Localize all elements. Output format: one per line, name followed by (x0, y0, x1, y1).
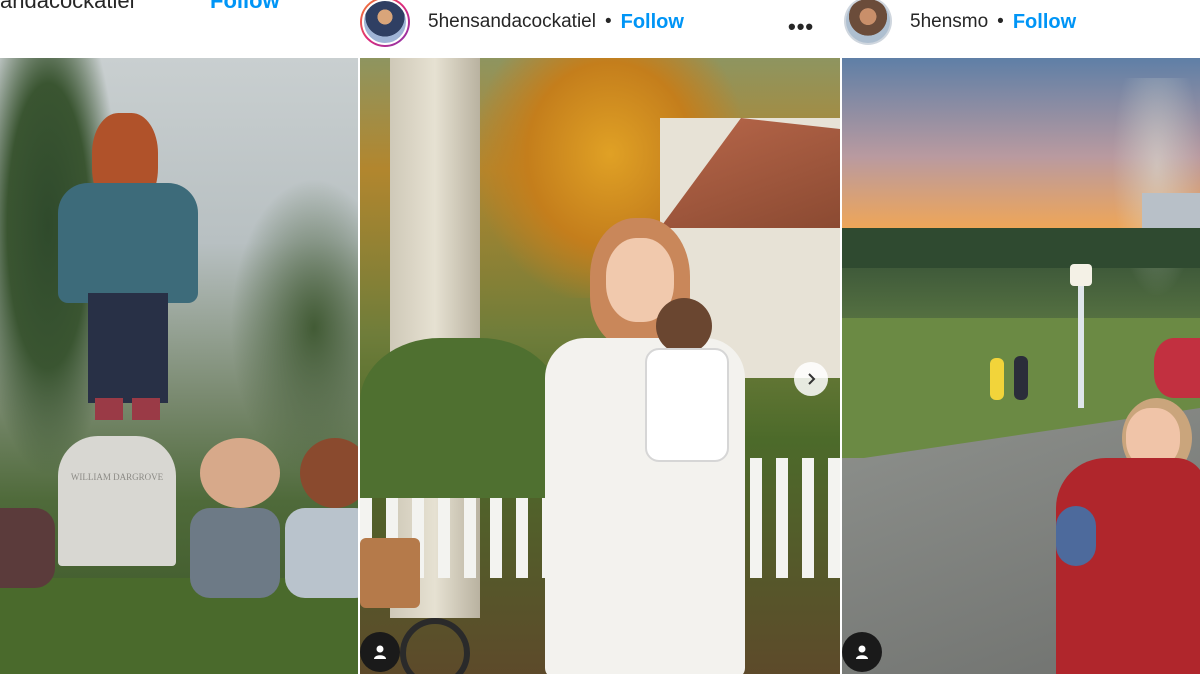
doll-jacket (58, 183, 198, 303)
post-photo-2[interactable] (360, 58, 840, 674)
woman-red-coat (1056, 458, 1200, 674)
more-options-icon[interactable]: ••• (788, 14, 814, 40)
tree-line (842, 228, 1200, 268)
avatar[interactable] (844, 0, 892, 45)
follow-button-post3[interactable]: Follow (1013, 11, 1076, 34)
username-post2[interactable]: 5hensandacockatiel (428, 11, 596, 33)
tree-foliage (230, 178, 358, 478)
doll-body (190, 508, 280, 598)
avatar-image (846, 0, 890, 43)
feed-header-row: andacockatiel Follow 5hensandacockatiel … (0, 0, 1200, 58)
doll-body (285, 508, 358, 598)
post-header-2: 5hensandacockatiel • Follow (360, 0, 684, 58)
woman-jeans (1056, 506, 1096, 566)
person-icon (856, 645, 868, 659)
doll-shoe (95, 398, 123, 420)
doll-hair (656, 298, 712, 354)
doll-shoe (132, 398, 160, 420)
gravestone: WILLIAM DARGROVE (58, 436, 176, 566)
follow-button-post1[interactable]: Follow (210, 0, 280, 14)
post-photo-1[interactable]: WILLIAM DARGROVE (0, 58, 358, 674)
doll-pants (88, 293, 168, 403)
post-photo-3[interactable] (842, 58, 1200, 674)
lamp (1070, 264, 1092, 286)
username-post1-partial[interactable]: andacockatiel (0, 0, 135, 14)
doll-head (300, 438, 358, 508)
doll-boy (1014, 356, 1028, 400)
avatar[interactable] (360, 0, 410, 47)
follow-button-post2[interactable]: Follow (621, 11, 684, 34)
gravestone-text: WILLIAM DARGROVE (70, 472, 164, 482)
person-icon (374, 645, 386, 659)
shrubs (360, 338, 560, 498)
doll-dress (645, 348, 729, 462)
chevron-right-icon (808, 373, 816, 385)
tagged-users-button[interactable] (842, 632, 882, 672)
tagged-users-button[interactable] (360, 632, 400, 672)
separator-dot: • (604, 11, 612, 32)
post-header-3: 5hensmo • Follow (844, 0, 1076, 58)
doll-yellow-dress (990, 358, 1004, 400)
avatar-image (362, 0, 408, 45)
lamp-post (1078, 268, 1084, 408)
bicycle-basket (360, 538, 420, 608)
separator-dot: • (997, 11, 1004, 32)
doll-partial (0, 508, 55, 588)
next-photo-button[interactable] (794, 362, 828, 396)
balloon (1154, 338, 1200, 398)
doll-head (200, 438, 280, 508)
username-post3[interactable]: 5hensmo (910, 11, 988, 33)
bicycle-wheel (400, 618, 470, 674)
